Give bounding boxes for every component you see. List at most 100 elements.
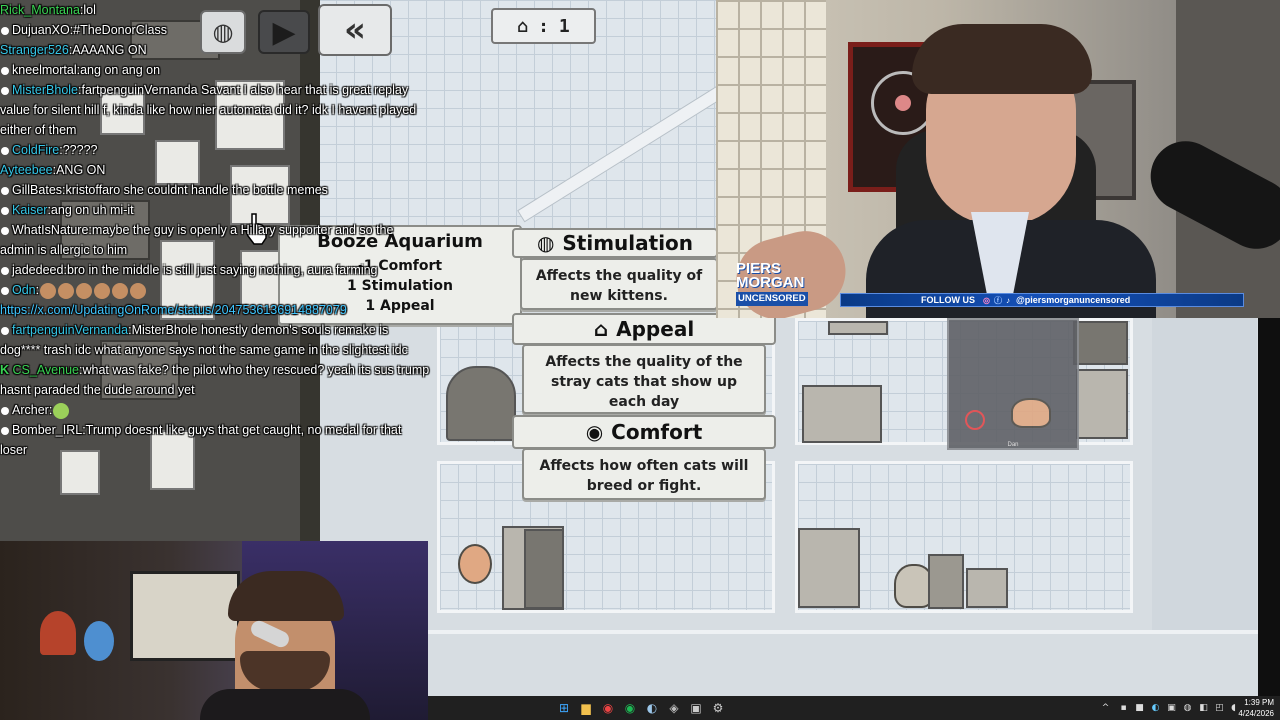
cabinet	[1076, 369, 1128, 439]
chat-username[interactable]: Rick_Montana	[0, 3, 80, 17]
chat-username[interactable]: GillBates	[12, 183, 62, 197]
chat-username[interactable]: Kaiser	[12, 203, 47, 217]
selected-cat-box[interactable]: Dan	[947, 318, 1079, 450]
lamp	[928, 554, 964, 609]
chat-message: kneelmortal:ang on ang on	[0, 60, 430, 80]
tray-app-icon-4[interactable]: ▣	[1166, 702, 1177, 713]
comfort-panel: Affects how often cats will breed or fig…	[522, 448, 766, 500]
clock[interactable]: 1:39 PM 4/24/2026	[1238, 697, 1274, 719]
emote-icon	[94, 282, 111, 299]
chat-separator: :	[48, 403, 53, 417]
tray-app-icon-2[interactable]: ■	[1134, 702, 1145, 713]
streamer-shirt	[200, 689, 370, 720]
chat-username[interactable]: Stranger526	[0, 43, 69, 57]
forbidden-icon	[965, 410, 985, 430]
game-app-icon[interactable]: ▣	[688, 700, 704, 716]
badge-icon	[1, 406, 9, 415]
tray-app-icon-5[interactable]: ◍	[1182, 702, 1193, 713]
emote-icon	[53, 402, 70, 419]
cat-sprite-round[interactable]	[458, 544, 492, 584]
chat-username[interactable]: Bomber_IRL	[12, 423, 82, 437]
guest-webcam: PIERS MORGAN UNCENSORED FOLLOW US ◎ ⓕ ♪ …	[716, 0, 1280, 318]
badge-icon	[1, 26, 9, 35]
tiktok-icon: ♪	[1005, 295, 1010, 305]
chat-message: GillBates:kristoffaro she couldnt handle…	[0, 180, 430, 200]
chat-username[interactable]: jadedeed	[12, 263, 63, 277]
facebook-icon: ⓕ	[993, 295, 1002, 305]
lamp-red	[40, 611, 76, 655]
steam-icon[interactable]: ◐	[644, 700, 660, 716]
chat-username[interactable]: Archer	[12, 403, 49, 417]
chat-message: Ayteebee:ANG ON	[0, 160, 430, 180]
follow-bar: FOLLOW US ◎ ⓕ ♪ @piersmorganuncensored	[840, 293, 1244, 307]
booze-aquarium[interactable]	[524, 529, 564, 609]
floor-line	[428, 630, 1258, 634]
comfort-body: Affects how often cats will breed or fig…	[539, 458, 749, 494]
chat-text: ANG ON	[56, 163, 106, 177]
chat-message: Stranger526:AAAANG ON	[0, 40, 430, 60]
chat-message: Kaiser:ang on uh mi-it	[0, 200, 430, 220]
house-counter-value: 1	[558, 15, 570, 37]
chat-username[interactable]: Odn	[12, 283, 36, 297]
chat-message: jadedeed:bro in the middle is still just…	[0, 260, 430, 280]
desk	[802, 385, 882, 443]
chat-username[interactable]: MisterBhole	[12, 83, 78, 97]
cat-sprite[interactable]	[1011, 398, 1051, 428]
chat-username[interactable]: fartpenguinVernanda	[12, 323, 128, 337]
kick-badge-icon: K	[0, 363, 13, 377]
chat-username[interactable]: kneelmortal	[12, 63, 77, 77]
settings-icon[interactable]: ⚙	[710, 700, 726, 716]
chat-message: MisterBhole:fartpenguinVernanda Savant I…	[0, 80, 430, 140]
badge-icon	[1, 326, 9, 335]
social-handle: @piersmorganuncensored	[1015, 295, 1131, 305]
desk-bottom	[798, 528, 860, 608]
chat-separator: :	[35, 283, 40, 297]
tray-app-icon[interactable]: ▪	[1118, 702, 1129, 713]
spotify-icon[interactable]: ◉	[622, 700, 638, 716]
cat-name-label: Dan	[1007, 442, 1019, 448]
chat-message: WhatIsNature:maybe the guy is openly a H…	[0, 220, 430, 260]
chat-username[interactable]: DujuanXO	[12, 23, 70, 37]
tray-app-icon-6[interactable]: ◧	[1198, 702, 1209, 713]
chat-text: ang on uh mi-it	[50, 203, 134, 217]
room-bottom-right[interactable]	[795, 461, 1133, 613]
bookcase	[1073, 321, 1128, 365]
chat-text: lol	[83, 3, 96, 17]
chat-message: Rick_Montana:lol	[0, 0, 430, 20]
network-icon[interactable]: ◰	[1214, 702, 1225, 713]
badge-icon	[1, 426, 9, 435]
dresser	[966, 568, 1008, 608]
brand-logo: PIERS MORGAN UNCENSORED	[736, 260, 808, 306]
emote-icon	[112, 282, 129, 299]
chat-username[interactable]: ColdFire	[12, 143, 59, 157]
app-icon[interactable]: ◈	[666, 700, 682, 716]
chat-message: Archer:	[0, 400, 430, 420]
streamer-beard	[240, 651, 330, 691]
stimulation-body: Affects the quality of new kittens.	[535, 268, 703, 304]
chevron-up-icon[interactable]: ^	[1100, 702, 1111, 713]
chat-message: fartpenguinVernanda:MisterBhole honestly…	[0, 320, 430, 360]
tray-app-icon-3[interactable]: ◐	[1150, 702, 1161, 713]
badge-icon	[1, 66, 9, 75]
emote-icon	[130, 282, 147, 299]
badge-icon	[1, 86, 9, 95]
yarn-icon: ◍	[536, 231, 555, 255]
appeal-title: Appeal	[616, 317, 695, 341]
chat-link[interactable]: https://x.com/UpdatingOnRome/status/2047…	[0, 303, 347, 317]
chat-username[interactable]: CS_Avenue	[13, 363, 80, 377]
comfort-icon: ◉	[585, 420, 604, 444]
file-explorer-icon[interactable]: ▆	[578, 700, 594, 716]
chat-text: bro in the middle is still just saying n…	[66, 263, 378, 277]
chat-username[interactable]: WhatIsNature	[12, 223, 88, 237]
badge-icon	[1, 286, 9, 295]
badge-icon	[1, 206, 9, 215]
follow-label: FOLLOW US	[921, 295, 975, 305]
chrome-icon[interactable]: ◉	[600, 700, 616, 716]
chat-username[interactable]: Ayteebee	[0, 163, 53, 177]
windows-start-icon[interactable]: ⊞	[556, 700, 572, 716]
chat-message: DujuanXO:#TheDonorClass	[0, 20, 430, 40]
stimulation-title: Stimulation	[562, 231, 694, 255]
chat-message: Odn:	[0, 280, 430, 300]
volume-icon[interactable]: ◖	[1228, 702, 1239, 713]
emote-icon	[58, 282, 75, 299]
